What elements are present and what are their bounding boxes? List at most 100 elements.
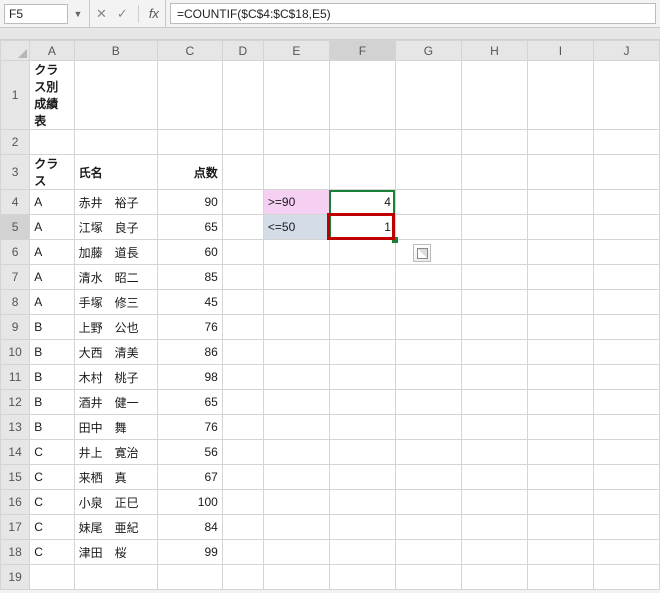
cell-J5[interactable] — [593, 215, 659, 240]
col-header-G[interactable]: G — [395, 41, 461, 61]
cell-J11[interactable] — [593, 365, 659, 390]
quick-analysis-icon[interactable] — [413, 244, 431, 262]
cell-G15[interactable] — [395, 465, 461, 490]
cell-A14[interactable]: C — [30, 440, 74, 465]
cell-E14[interactable] — [263, 440, 329, 465]
row-header-13[interactable]: 13 — [1, 415, 30, 440]
cell-E8[interactable] — [263, 290, 329, 315]
cell-A4[interactable]: A — [30, 190, 74, 215]
cell-B5[interactable]: 江塚 良子 — [74, 215, 157, 240]
cell-G10[interactable] — [395, 340, 461, 365]
row-header-16[interactable]: 16 — [1, 490, 30, 515]
cell-A17[interactable]: C — [30, 515, 74, 540]
cell-C16[interactable]: 100 — [157, 490, 222, 515]
cell-D3[interactable] — [222, 155, 263, 190]
col-header-D[interactable]: D — [222, 41, 263, 61]
cell-I9[interactable] — [527, 315, 593, 340]
cell-D10[interactable] — [222, 340, 263, 365]
cell-B15[interactable]: 来栖 真 — [74, 465, 157, 490]
cell-D16[interactable] — [222, 490, 263, 515]
cell-A6[interactable]: A — [30, 240, 74, 265]
cell-H7[interactable] — [461, 265, 527, 290]
cell-I3[interactable] — [527, 155, 593, 190]
col-header-C[interactable]: C — [157, 41, 222, 61]
cell-C4[interactable]: 90 — [157, 190, 222, 215]
cell-D8[interactable] — [222, 290, 263, 315]
cell-F17[interactable] — [329, 515, 395, 540]
cell-G16[interactable] — [395, 490, 461, 515]
cell-B9[interactable]: 上野 公也 — [74, 315, 157, 340]
col-header-J[interactable]: J — [593, 41, 659, 61]
cell-H14[interactable] — [461, 440, 527, 465]
cell-A10[interactable]: B — [30, 340, 74, 365]
cell-I5[interactable] — [527, 215, 593, 240]
row-header-10[interactable]: 10 — [1, 340, 30, 365]
cell-C5[interactable]: 65 — [157, 215, 222, 240]
cell-D17[interactable] — [222, 515, 263, 540]
row-header-7[interactable]: 7 — [1, 265, 30, 290]
row-header-4[interactable]: 4 — [1, 190, 30, 215]
cell-B8[interactable]: 手塚 修三 — [74, 290, 157, 315]
confirm-icon[interactable]: ✓ — [117, 6, 128, 22]
cell-H19[interactable] — [461, 565, 527, 590]
cell-B11[interactable]: 木村 桃子 — [74, 365, 157, 390]
cell-D7[interactable] — [222, 265, 263, 290]
row-header-5[interactable]: 5 — [1, 215, 30, 240]
cell-A16[interactable]: C — [30, 490, 74, 515]
cell-A11[interactable]: B — [30, 365, 74, 390]
cell-F14[interactable] — [329, 440, 395, 465]
cell-I4[interactable] — [527, 190, 593, 215]
cell-E17[interactable] — [263, 515, 329, 540]
cell-E11[interactable] — [263, 365, 329, 390]
cell-H5[interactable] — [461, 215, 527, 240]
cell-D6[interactable] — [222, 240, 263, 265]
cell-F3[interactable] — [329, 155, 395, 190]
cell-C19[interactable] — [157, 565, 222, 590]
cell-J9[interactable] — [593, 315, 659, 340]
cell-H8[interactable] — [461, 290, 527, 315]
name-box-dropdown-icon[interactable]: ▼ — [71, 4, 85, 24]
cell-I8[interactable] — [527, 290, 593, 315]
cell-H13[interactable] — [461, 415, 527, 440]
cell-E5[interactable]: <=50 — [263, 215, 329, 240]
cell-F16[interactable] — [329, 490, 395, 515]
cell-I6[interactable] — [527, 240, 593, 265]
cell-J14[interactable] — [593, 440, 659, 465]
cell-F9[interactable] — [329, 315, 395, 340]
cell-E15[interactable] — [263, 465, 329, 490]
cell-D11[interactable] — [222, 365, 263, 390]
cell-F19[interactable] — [329, 565, 395, 590]
select-all-corner[interactable] — [1, 41, 30, 61]
cell-J3[interactable] — [593, 155, 659, 190]
cell-J16[interactable] — [593, 490, 659, 515]
cell-F5[interactable]: 1 — [329, 215, 395, 240]
cell-F13[interactable] — [329, 415, 395, 440]
row-header-14[interactable]: 14 — [1, 440, 30, 465]
cell-J18[interactable] — [593, 540, 659, 565]
row-header-18[interactable]: 18 — [1, 540, 30, 565]
cell-A19[interactable] — [30, 565, 74, 590]
cell-H1[interactable] — [461, 61, 527, 130]
spreadsheet-grid[interactable]: ABCDEFGHIJ 1クラス別成績表23クラス氏名点数4A赤井 裕子90>=9… — [0, 40, 660, 590]
cell-C1[interactable] — [157, 61, 222, 130]
cell-G13[interactable] — [395, 415, 461, 440]
cell-C6[interactable]: 60 — [157, 240, 222, 265]
cell-F10[interactable] — [329, 340, 395, 365]
col-header-F[interactable]: F — [329, 41, 395, 61]
cell-A15[interactable]: C — [30, 465, 74, 490]
cell-G17[interactable] — [395, 515, 461, 540]
cell-B18[interactable]: 津田 桜 — [74, 540, 157, 565]
cell-J17[interactable] — [593, 515, 659, 540]
row-header-15[interactable]: 15 — [1, 465, 30, 490]
cell-J10[interactable] — [593, 340, 659, 365]
cell-B6[interactable]: 加藤 道長 — [74, 240, 157, 265]
col-header-B[interactable]: B — [74, 41, 157, 61]
cell-D18[interactable] — [222, 540, 263, 565]
cell-I12[interactable] — [527, 390, 593, 415]
cell-E16[interactable] — [263, 490, 329, 515]
cell-E19[interactable] — [263, 565, 329, 590]
row-header-12[interactable]: 12 — [1, 390, 30, 415]
cell-A7[interactable]: A — [30, 265, 74, 290]
cell-C14[interactable]: 56 — [157, 440, 222, 465]
cell-A3[interactable]: クラス — [30, 155, 74, 190]
